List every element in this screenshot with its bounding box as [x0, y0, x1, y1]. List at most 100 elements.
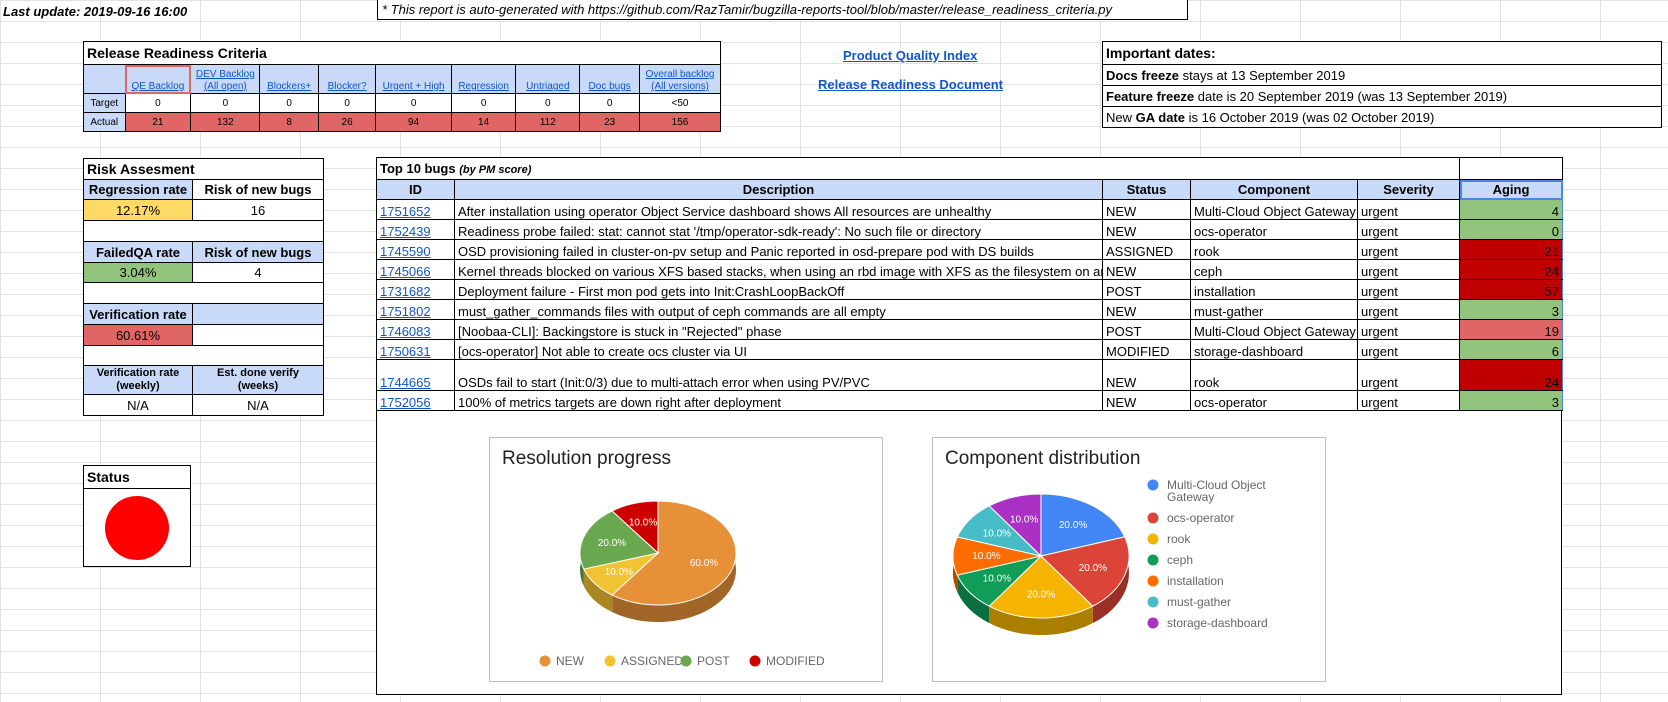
bug-description: OSDs fail to start (Init:0/3) due to mul… — [454, 359, 1103, 391]
bug-component: Multi-Cloud Object Gateway — [1190, 199, 1358, 220]
date-line: Docs freeze stays at 13 September 2019 — [1102, 64, 1662, 86]
rrc-column-header[interactable]: DEV Backlog (All open) — [190, 64, 261, 94]
bug-aging: 24 — [1459, 259, 1564, 280]
bug-severity: urgent — [1356, 390, 1461, 411]
bug-description: Deployment failure - First mon pod gets … — [454, 279, 1103, 300]
rrc-actual-value: 94 — [375, 112, 452, 132]
bug-severity: urgent — [1356, 199, 1461, 220]
rrc-column-header[interactable]: Overall backlog (All versions) — [639, 64, 721, 94]
bug-id-link[interactable]: 1744665 — [376, 359, 455, 391]
bug-severity: urgent — [1356, 239, 1461, 260]
target-label: Target — [83, 93, 126, 113]
verification-rate-label: Verification rate — [83, 303, 193, 325]
bug-id-link[interactable]: 1752439 — [376, 219, 455, 240]
bug-description: must_gather_commands files with output o… — [454, 299, 1103, 320]
bug-status: NEW — [1102, 390, 1191, 411]
bug-status: MODIFIED — [1102, 339, 1191, 360]
bug-id-link[interactable]: 1745066 — [376, 259, 455, 280]
rrc-actual-value: 132 — [190, 112, 261, 132]
rrc-column-header[interactable]: Urgent + High — [375, 64, 452, 94]
regression-rate-value: 12.17% — [83, 199, 193, 221]
bug-description: [ocs-operator] Not able to create ocs cl… — [454, 339, 1103, 360]
bug-id-link[interactable]: 1746083 — [376, 319, 455, 340]
bug-status: POST — [1102, 319, 1191, 340]
bug-id-link[interactable]: 1750631 — [376, 339, 455, 360]
legend-label: must-gather — [1167, 595, 1231, 609]
bug-aging: 6 — [1459, 339, 1564, 360]
last-update: Last update: 2019-09-16 16:00 — [3, 4, 188, 19]
bug-status: NEW — [1102, 259, 1191, 280]
bug-id-link[interactable]: 1751652 — [376, 199, 455, 220]
legend-label: ASSIGNED — [621, 654, 683, 668]
bug-description: [Noobaa-CLI]: Backingstore is stuck in "… — [454, 319, 1103, 340]
bug-severity: urgent — [1356, 299, 1461, 320]
failedqa-risk-value: 4 — [192, 262, 324, 283]
rrc-target-value: 0 — [317, 93, 377, 113]
bug-id-link[interactable]: 1751802 — [376, 299, 455, 320]
bug-id-link[interactable]: 1731682 — [376, 279, 455, 300]
risk-new-bugs-label: Risk of new bugs — [192, 241, 324, 263]
bug-aging: 0 — [1459, 219, 1564, 240]
bugs-column-header: Severity — [1356, 179, 1461, 200]
bug-aging: 57 — [1459, 279, 1564, 300]
bug-id-link[interactable]: 1745590 — [376, 239, 455, 260]
verification-weekly-label: Verification rate (weekly) — [83, 365, 193, 395]
component-distribution-chart: Component distribution 20.0% 20.0% 20.0% 10… — [932, 437, 1326, 682]
bug-description: Readiness probe failed: stat: cannot sta… — [454, 219, 1103, 240]
rrc-target-value: 0 — [375, 93, 452, 113]
legend-label: installation — [1167, 574, 1224, 588]
rrc-target-value: 0 — [579, 93, 641, 113]
bug-status: NEW — [1102, 359, 1191, 391]
table-row: 1745066 Kernel threads blocked on various… — [376, 259, 1564, 280]
bugs-column-header: Component — [1190, 179, 1358, 200]
rrc-actual-value: 112 — [515, 112, 581, 132]
table-row: 1744665 OSDs fail to start (Init:0/3) due… — [376, 359, 1564, 391]
regression-risk-value: 16 — [192, 199, 324, 221]
date-line: New GA date is 16 October 2019 (was 02 O… — [1102, 106, 1662, 128]
release-readiness-document-link[interactable]: Release Readiness Document — [818, 77, 1003, 92]
legend-marker — [1147, 575, 1159, 587]
rrc-column-header[interactable]: Blockers+ — [259, 64, 319, 94]
rrc-target-value: 0 — [124, 93, 192, 113]
bugs-column-header: Status — [1102, 179, 1191, 200]
rrc-column-header[interactable]: Regression — [450, 64, 517, 94]
rrc-actual-value: 26 — [317, 112, 377, 132]
legend-label: storage-dashboard — [1167, 616, 1268, 630]
est-done-verify-label: Est. done verify (weeks) — [192, 365, 324, 395]
table-row: 1752056 100% of metrics targets are down … — [376, 390, 1564, 411]
table-row: 1746083 [Noobaa-CLI]: Backingstore is stu… — [376, 319, 1564, 340]
bug-component: Multi-Cloud Object Gateway — [1190, 319, 1358, 340]
bug-description: OSD provisioning failed in cluster-on-pv… — [454, 239, 1103, 260]
spacer — [83, 282, 324, 304]
legend-marker — [749, 655, 761, 667]
status-box: Status — [83, 465, 191, 567]
bug-status: ASSIGNED — [1102, 239, 1191, 260]
rrc-column-header[interactable]: QE Backlog — [124, 64, 192, 94]
blank-cell — [192, 303, 324, 325]
legend-marker — [1147, 554, 1159, 566]
bugs-column-header: ID — [376, 179, 455, 200]
table-row: 1750631 [ocs-operator] Not able to create… — [376, 339, 1564, 360]
bugs-column-header: Aging — [1459, 179, 1564, 200]
resolution-progress-chart: Resolution progress 60.0% 10.0% 20.0% 10.0%… — [489, 437, 883, 682]
rrc-actual-value: 156 — [639, 112, 721, 132]
rrc-actual-value: 23 — [579, 112, 641, 132]
rrc-actual-value: 8 — [259, 112, 319, 132]
legend-marker — [539, 655, 551, 667]
rrc-target-value: <50 — [639, 93, 721, 113]
rrc-actual-value: 14 — [450, 112, 517, 132]
rrc-column-header[interactable]: Blocker? — [317, 64, 377, 94]
bug-severity: urgent — [1356, 319, 1461, 340]
spacer — [83, 345, 324, 366]
rrc-column-header[interactable]: Untriaged — [515, 64, 581, 94]
failedqa-rate-value: 3.04% — [83, 262, 193, 283]
rrc-column-header[interactable]: Doc bugs — [579, 64, 641, 94]
table-row: 1752439 Readiness probe failed: stat: can… — [376, 219, 1564, 240]
resolution-progress-pie: 60.0%10.0%20.0%10.0%NEW ASSIGNED POST MODIF… — [539, 500, 825, 668]
bug-id-link[interactable]: 1752056 — [376, 390, 455, 411]
component-distribution-pie: 20.0% 20.0% 20.0% 10.0% 10.0% 10.0% 10.0% Multi… — [952, 478, 1268, 635]
product-quality-index-link[interactable]: Product Quality Index — [843, 48, 977, 63]
bug-severity: urgent — [1356, 259, 1461, 280]
legend-marker — [1147, 512, 1159, 524]
legend-marker — [680, 655, 692, 667]
